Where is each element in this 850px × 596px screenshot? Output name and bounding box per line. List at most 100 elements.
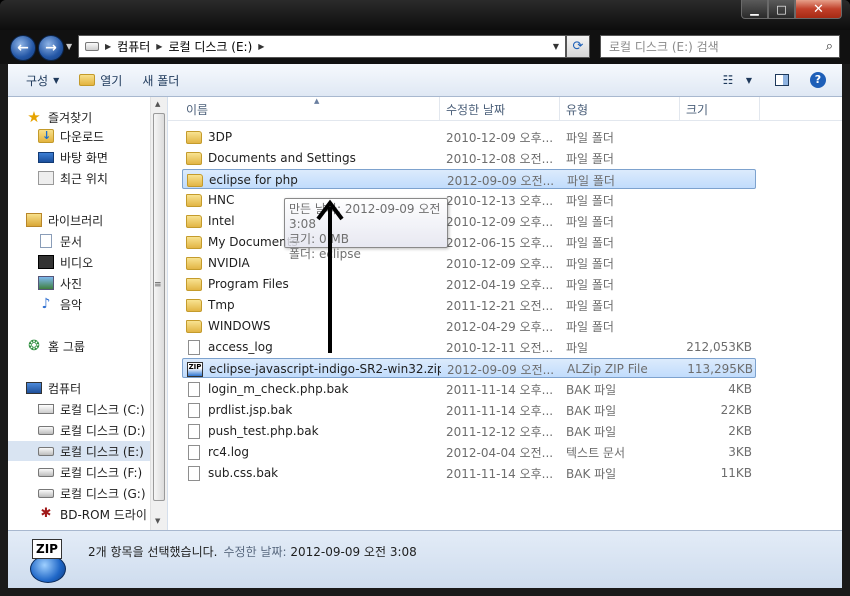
file-row[interactable]: rc4.log 2012-04-04 오전... 텍스트 문서 3KB bbox=[182, 442, 756, 462]
file-name-cell: sub.css.bak bbox=[186, 463, 440, 483]
file-date: 2010-12-09 오후... bbox=[446, 256, 554, 271]
file-date: 2011-12-12 오후... bbox=[446, 424, 554, 439]
column-type[interactable]: 유형 bbox=[560, 97, 680, 121]
column-label: 크기 bbox=[686, 102, 709, 117]
breadcrumb-chevron-icon[interactable]: ▶ bbox=[105, 42, 111, 51]
file-name: Program Files bbox=[208, 277, 289, 291]
preview-pane-icon bbox=[775, 74, 789, 86]
file-name-cell: login_m_check.php.bak bbox=[186, 379, 440, 399]
file-row[interactable]: My Documents 2012-06-15 오후... 파일 폴더 bbox=[182, 232, 756, 252]
close-button[interactable]: ✕ bbox=[795, 0, 842, 19]
file-row[interactable]: 3DP 2010-12-09 오후... 파일 폴더 bbox=[182, 127, 756, 147]
nav-item-bdrom[interactable]: ✱ BD-ROM 드라이 bbox=[38, 504, 147, 524]
scroll-down-icon[interactable]: ▼ bbox=[155, 517, 160, 525]
forward-button[interactable]: → bbox=[38, 35, 64, 61]
file-size: 4KB bbox=[728, 382, 752, 396]
breadcrumb-drive-e[interactable]: 로컬 디스크 (E:) bbox=[168, 38, 252, 55]
nav-item-drive-c[interactable]: 로컬 디스크 (C:) bbox=[38, 399, 145, 419]
file-type: BAK 파일 bbox=[566, 466, 617, 481]
file-row[interactable]: NVIDIA 2010-12-09 오후... 파일 폴더 bbox=[182, 253, 756, 273]
details-pane: ZIP 2개 항목을 선택했습니다. 수정한 날짜: 2012-09-09 오전 … bbox=[8, 530, 842, 588]
column-size[interactable]: 크기 bbox=[680, 97, 760, 121]
column-date[interactable]: 수정한 날짜 bbox=[440, 97, 560, 121]
column-name[interactable]: 이름 bbox=[180, 97, 440, 121]
nav-item-pictures[interactable]: 사진 bbox=[38, 273, 82, 293]
maximize-button[interactable]: □ bbox=[768, 0, 795, 19]
view-options-button[interactable]: ☷ bbox=[716, 70, 740, 90]
nav-computer[interactable]: 컴퓨터 bbox=[26, 378, 81, 398]
annotation-arrow bbox=[316, 199, 344, 353]
file-row[interactable]: Intel 2010-12-09 오후... 파일 폴더 bbox=[182, 211, 756, 231]
nav-item-desktop[interactable]: 바탕 화면 bbox=[38, 147, 108, 167]
scroll-thumb[interactable] bbox=[153, 113, 165, 501]
content-area: ★ 즐겨찾기 다운로드 바탕 화면 최근 위치 라이브러리 문서 비디오 사진 ♪… bbox=[8, 97, 842, 530]
nav-item-videos[interactable]: 비디오 bbox=[38, 252, 93, 272]
back-arrow-icon: ← bbox=[17, 40, 29, 56]
folder-icon bbox=[186, 298, 202, 312]
file-icon bbox=[188, 381, 200, 397]
file-row[interactable]: login_m_check.php.bak 2011-11-14 오후... BAK… bbox=[182, 379, 756, 399]
file-row[interactable]: ZIP eclipse-javascript-indigo-SR2-win32.z… bbox=[182, 358, 756, 378]
nav-item-music[interactable]: ♪ 음악 bbox=[38, 294, 83, 314]
file-name: push_test.php.bak bbox=[208, 424, 319, 438]
file-row[interactable]: access_log 2010-12-11 오전... 파일 212,053KB bbox=[182, 337, 756, 357]
nav-favorites[interactable]: ★ 즐겨찾기 bbox=[26, 107, 92, 127]
file-row[interactable]: sub.css.bak 2011-11-14 오후... BAK 파일 11KB bbox=[182, 463, 756, 483]
nav-libraries[interactable]: 라이브러리 bbox=[26, 210, 103, 230]
open-button[interactable]: 열기 bbox=[69, 64, 132, 96]
nav-label: 사진 bbox=[60, 276, 83, 291]
file-row[interactable]: push_test.php.bak 2011-12-12 오후... BAK 파일 2… bbox=[182, 421, 756, 441]
help-button[interactable]: ? bbox=[808, 70, 828, 90]
minimize-button[interactable]: ▁ bbox=[741, 0, 768, 19]
organize-button[interactable]: 구성 ▼ bbox=[8, 64, 69, 96]
nav-item-documents[interactable]: 문서 bbox=[38, 231, 82, 251]
nav-item-drive-f[interactable]: 로컬 디스크 (F:) bbox=[38, 462, 142, 482]
maximize-icon: □ bbox=[776, 2, 787, 16]
preview-pane-button[interactable] bbox=[772, 70, 792, 90]
search-input[interactable]: 로컬 디스크 (E:) 검색 ⌕ bbox=[600, 35, 840, 58]
breadcrumb-computer[interactable]: 컴퓨터 bbox=[117, 38, 150, 55]
address-bar[interactable]: ▶ 컴퓨터 ▶ 로컬 디스크 (E:) ▶ ▼ bbox=[78, 35, 566, 58]
nav-item-downloads[interactable]: 다운로드 bbox=[38, 126, 104, 146]
nav-item-drive-d[interactable]: 로컬 디스크 (D:) bbox=[38, 420, 145, 440]
drive-icon bbox=[85, 42, 99, 51]
new-folder-button[interactable]: 새 폴더 bbox=[132, 64, 189, 96]
file-name: login_m_check.php.bak bbox=[208, 382, 349, 396]
refresh-button[interactable]: ⟳ bbox=[566, 35, 590, 58]
file-row[interactable]: WINDOWS 2012-04-29 오후... 파일 폴더 bbox=[182, 316, 756, 336]
file-name: prdlist.jsp.bak bbox=[208, 403, 293, 417]
file-row[interactable]: eclipse for php 2012-09-09 오전... 파일 폴더 bbox=[182, 169, 756, 189]
nav-item-recent[interactable]: 최근 위치 bbox=[38, 168, 108, 188]
nav-scrollbar[interactable]: ▲ ≡ ▼ bbox=[150, 97, 167, 530]
column-label: 유형 bbox=[566, 102, 589, 117]
recent-pages-dropdown-icon[interactable]: ▼ bbox=[66, 42, 72, 51]
nav-label: 다운로드 bbox=[60, 129, 105, 144]
scroll-up-icon[interactable]: ▲ bbox=[155, 100, 160, 108]
breadcrumb-chevron-icon[interactable]: ▶ bbox=[156, 42, 162, 51]
file-date: 2012-04-29 오후... bbox=[446, 319, 554, 334]
file-size: 2KB bbox=[728, 424, 752, 438]
new-folder-label: 새 폴더 bbox=[142, 73, 180, 88]
file-type: 파일 폴더 bbox=[566, 256, 614, 271]
address-dropdown-icon[interactable]: ▼ bbox=[553, 42, 559, 51]
file-size: 212,053KB bbox=[686, 340, 752, 354]
file-row[interactable]: prdlist.jsp.bak 2011-11-14 오후... BAK 파일 22K… bbox=[182, 400, 756, 420]
chevron-down-icon: ▼ bbox=[745, 75, 753, 85]
nav-item-drive-g[interactable]: 로컬 디스크 (G:) bbox=[38, 483, 146, 503]
file-row[interactable]: Tmp 2011-12-21 오전... 파일 폴더 bbox=[182, 295, 756, 315]
file-row[interactable]: Program Files 2012-04-19 오후... 파일 폴더 bbox=[182, 274, 756, 294]
file-row[interactable]: Documents and Settings 2010-12-08 오전... 파일… bbox=[182, 148, 756, 168]
drive-icon bbox=[38, 488, 54, 498]
back-button[interactable]: ← bbox=[10, 35, 36, 61]
column-label: 수정한 날짜 bbox=[446, 102, 506, 117]
nav-homegroup[interactable]: ❂ 홈 그룹 bbox=[26, 336, 85, 356]
details-text: 2개 항목을 선택했습니다. 수정한 날짜: 2012-09-09 오전 3:08 bbox=[88, 543, 417, 560]
breadcrumb-chevron-icon[interactable]: ▶ bbox=[258, 42, 264, 51]
folder-icon bbox=[186, 214, 202, 228]
view-dropdown-button[interactable]: ▼ bbox=[742, 70, 756, 90]
nav-item-drive-e[interactable]: 로컬 디스크 (E:) bbox=[8, 441, 150, 461]
search-icon[interactable]: ⌕ bbox=[826, 39, 833, 54]
file-row[interactable]: HNC 2010-12-13 오후... 파일 폴더 bbox=[182, 190, 756, 210]
file-date: 2010-12-09 오후... bbox=[446, 214, 554, 229]
file-size bbox=[676, 274, 752, 294]
